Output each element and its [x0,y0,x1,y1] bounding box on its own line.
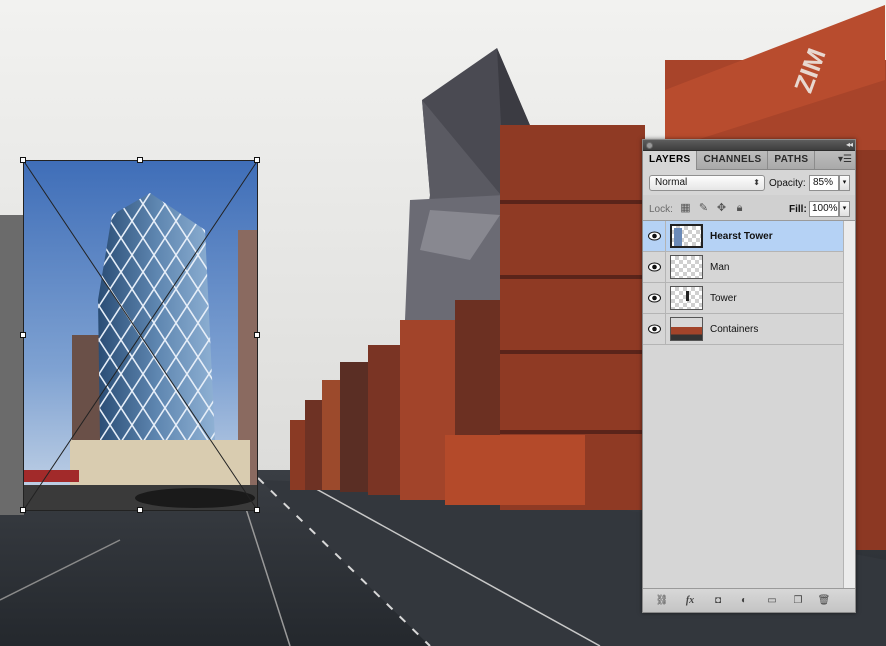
layer-name: Hearst Tower [710,231,773,242]
lock-transparent-pixels-icon[interactable]: ▦ [679,202,692,215]
lock-label: Lock: [649,204,673,215]
lock-position-icon[interactable]: ✥ [715,202,728,215]
lock-image-pixels-icon[interactable]: ✎ [697,202,710,215]
tab-layers[interactable]: LAYERS [643,151,698,170]
layer-list-scrollbar[interactable] [843,221,855,589]
panel-titlebar[interactable]: ◂◂ [643,140,855,151]
fill-label: Fill: [789,204,807,215]
transform-handle-right[interactable] [254,332,260,338]
panel-footer: ⛓ fx ◘ ◐ ▭ ❐ 🗑︎ [643,588,855,612]
layer-mask-icon[interactable]: ◘ [711,594,725,607]
transform-handle-top-right[interactable] [254,157,260,163]
opacity-input[interactable]: 85% [809,175,839,191]
layer-list: Hearst Tower Man Tower Containers [643,221,855,589]
fill-dropdown-icon[interactable]: ▾ [839,201,850,217]
visibility-toggle[interactable] [643,252,666,283]
panel-collapse-icon[interactable]: ◂◂ [846,140,853,149]
eye-icon [648,231,661,241]
transform-handle-top[interactable] [137,157,143,163]
new-group-icon[interactable]: ▭ [765,594,779,607]
blend-mode-value: Normal [655,177,688,188]
opacity-dropdown-icon[interactable]: ▾ [839,175,850,191]
layer-name: Containers [710,324,759,335]
eye-icon [648,262,661,272]
new-layer-icon[interactable]: ❐ [791,594,805,607]
tab-channels[interactable]: CHANNELS [697,151,769,169]
layer-name: Tower [710,293,737,304]
layer-row-tower[interactable]: Tower [643,283,855,314]
layer-thumbnail [670,286,703,310]
adjustment-layer-icon[interactable]: ◐ [737,594,751,607]
select-arrows-icon: ⬍ [753,178,760,187]
panel-close-button[interactable] [646,142,653,149]
trash-icon[interactable]: 🗑︎ [817,594,831,607]
transform-handle-bottom-left[interactable] [20,507,26,513]
transform-handle-bottom-right[interactable] [254,507,260,513]
layer-thumbnail [670,224,703,248]
layer-row-containers[interactable]: Containers [643,314,855,345]
layer-row-hearst-tower[interactable]: Hearst Tower [643,221,855,252]
opacity-label: Opacity: [769,178,806,189]
visibility-toggle[interactable] [643,221,666,252]
panel-menu-icon[interactable]: ▾☰ [838,154,852,165]
fill-input[interactable]: 100% [809,201,839,217]
link-layers-icon[interactable]: ⛓ [655,594,669,607]
transform-handle-top-left[interactable] [20,157,26,163]
fx-icon[interactable]: fx [683,594,697,607]
layer-thumbnail [670,317,703,341]
eye-icon [648,293,661,303]
layers-panel: ◂◂ LAYERS CHANNELS PATHS ▾☰ Normal ⬍ Opa… [642,139,856,613]
visibility-toggle[interactable] [643,314,666,345]
blend-row: Normal ⬍ Opacity: 85% ▾ [643,170,855,195]
transform-handle-left[interactable] [20,332,26,338]
layer-thumbnail [670,255,703,279]
free-transform-bounding-box[interactable] [20,157,260,513]
visibility-toggle[interactable] [643,283,666,314]
panel-tabs: LAYERS CHANNELS PATHS ▾☰ [643,151,855,170]
layer-name: Man [710,262,730,273]
lock-all-icon[interactable]: 🔒︎ [733,202,746,215]
blend-mode-select[interactable]: Normal ⬍ [649,175,765,191]
layer-row-man[interactable]: Man [643,252,855,283]
transform-handle-bottom[interactable] [137,507,143,513]
transform-diagonals [23,160,258,511]
lock-row: Lock: ▦ ✎ ✥ 🔒︎ Fill: 100% ▾ [643,195,855,221]
eye-icon [648,324,661,334]
tab-paths[interactable]: PATHS [768,151,816,169]
